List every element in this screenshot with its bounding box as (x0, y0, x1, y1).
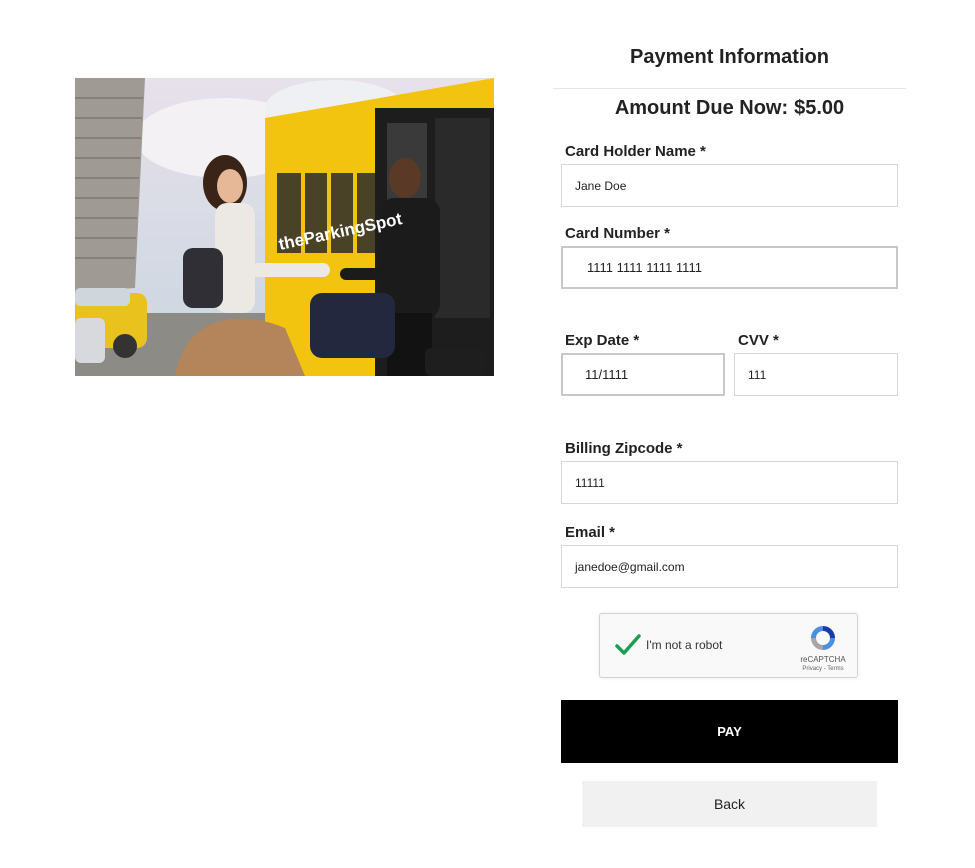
hero-photo: theParkingSpot (75, 78, 494, 376)
card-holder-input[interactable]: Jane Doe (561, 164, 898, 207)
recaptcha-terms-link[interactable]: Privacy - Terms (790, 666, 856, 672)
checkmark-icon[interactable] (614, 631, 642, 659)
exp-date-input[interactable]: 11/1111 (561, 353, 725, 396)
card-number-value: 1111 1111 1111 1111 (587, 260, 702, 275)
amount-due-label: Amount Due Now: (614, 97, 789, 119)
cvv-value: 111 (748, 367, 767, 382)
exp-date-value: 11/1111 (585, 367, 629, 382)
cvv-input[interactable]: 111 (734, 353, 898, 396)
amount-due: Amount Due Now: $5.00 (553, 97, 906, 120)
email-value: janedoe@gmail.com (575, 559, 685, 574)
title-divider (553, 88, 906, 89)
back-button[interactable]: Back (582, 781, 877, 827)
cvv-label: CVV * (738, 332, 779, 349)
recaptcha-widget: I'm not a robot reCAPTCHA Privacy - Term… (599, 613, 858, 678)
amount-due-value: $5.00 (794, 97, 845, 119)
recaptcha-logo-icon (811, 626, 835, 650)
email-input[interactable]: janedoe@gmail.com (561, 545, 898, 588)
recaptcha-brand: reCAPTCHA (800, 655, 846, 664)
recaptcha-label: I'm not a robot (646, 638, 723, 652)
billing-zip-input[interactable]: 11111 (561, 461, 898, 504)
exp-date-label: Exp Date * (565, 332, 640, 349)
hero-photo-illustration: theParkingSpot (75, 78, 494, 376)
pay-button[interactable]: PAY (561, 700, 898, 763)
card-holder-value: Jane Doe (575, 178, 627, 193)
billing-zip-label: Billing Zipcode * (565, 440, 683, 457)
card-number-label: Card Number * (565, 225, 671, 242)
card-holder-label: Card Holder Name * (565, 143, 706, 160)
page-title: Payment Information (630, 46, 829, 68)
billing-zip-value: 11111 (575, 475, 605, 490)
card-number-input[interactable]: 1111 1111 1111 1111 (561, 246, 898, 289)
email-label: Email * (565, 524, 616, 541)
